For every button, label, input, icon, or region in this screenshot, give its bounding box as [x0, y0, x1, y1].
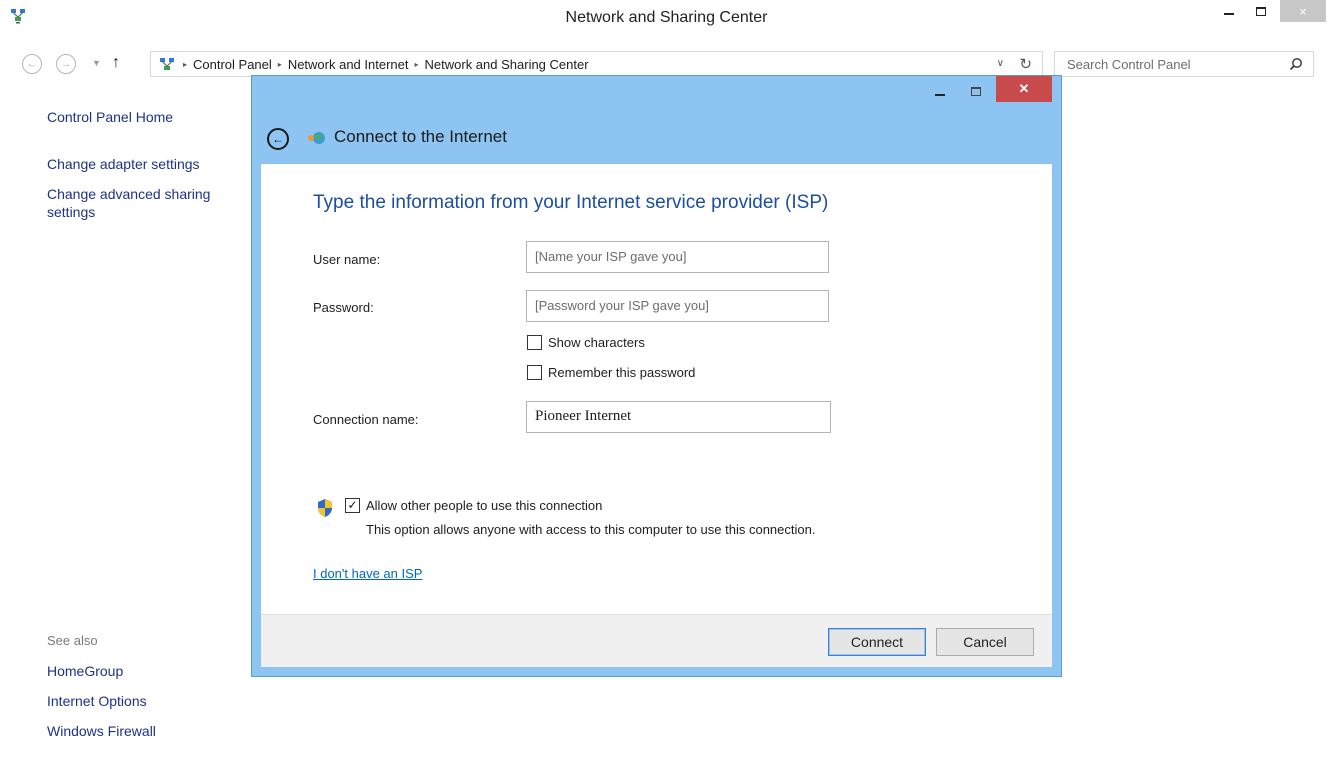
show-characters-checkbox[interactable] — [527, 335, 542, 350]
navigation-bar: ← → ▼ ↑ ▸ Control Panel ▸ Network and In… — [0, 48, 1333, 78]
minimize-icon — [1224, 13, 1234, 15]
show-characters-label[interactable]: Show characters — [548, 335, 645, 350]
maximize-button[interactable] — [1246, 0, 1276, 22]
window-titlebar: Network and Sharing Center × — [0, 0, 1333, 36]
breadcrumb-network-and-sharing-center[interactable]: Network and Sharing Center — [425, 57, 589, 72]
refresh-icon[interactable]: ↻ — [1019, 55, 1032, 73]
dialog-back-button[interactable]: ← — [267, 128, 289, 150]
see-also-heading: See also — [47, 633, 98, 648]
cancel-button[interactable]: Cancel — [936, 628, 1034, 656]
sidebar-item-windows-firewall[interactable]: Windows Firewall — [47, 722, 156, 740]
dialog-close-button[interactable]: ✕ — [996, 76, 1052, 102]
connection-name-value: Pioneer Internet — [535, 408, 632, 424]
maximize-icon — [1256, 6, 1266, 16]
address-dropdown-icon[interactable]: ∨ — [997, 58, 1004, 69]
password-placeholder: [Password your ISP gave you] — [535, 298, 709, 313]
chevron-right-icon: ▸ — [183, 60, 188, 69]
username-placeholder: [Name your ISP gave you] — [535, 249, 687, 264]
control-panel-icon — [160, 58, 174, 70]
no-isp-link[interactable]: I don't have an ISP — [313, 566, 422, 581]
search-input[interactable]: Search Control Panel — [1054, 51, 1314, 77]
window-title: Network and Sharing Center — [565, 9, 768, 26]
connection-name-label: Connection name: — [313, 412, 419, 427]
username-input[interactable]: [Name your ISP gave you] — [526, 241, 829, 273]
dialog-content: Type the information from your Internet … — [261, 164, 1052, 614]
dialog-title: Connect to the Internet — [334, 127, 507, 146]
sidebar-item-change-advanced-sharing[interactable]: Change advanced sharing — [47, 185, 210, 203]
search-icon[interactable] — [1289, 57, 1303, 71]
username-label: User name: — [313, 252, 381, 267]
dialog-maximize-button[interactable] — [971, 87, 981, 96]
chevron-right-icon: ▸ — [277, 60, 282, 69]
back-button[interactable]: ← — [22, 54, 42, 74]
up-button[interactable]: ↑ — [112, 54, 120, 72]
dialog-heading: Type the information from your Internet … — [313, 192, 829, 213]
address-bar[interactable]: ▸ Control Panel ▸ Network and Internet ▸… — [150, 51, 1043, 77]
sidebar-item-control-panel-home[interactable]: Control Panel Home — [47, 108, 173, 126]
breadcrumb-network-and-internet[interactable]: Network and Internet — [288, 57, 409, 72]
close-button[interactable]: × — [1280, 0, 1326, 22]
dialog-minimize-button[interactable] — [935, 94, 945, 96]
allow-others-checkbox[interactable]: ✓ — [345, 498, 360, 513]
breadcrumb-control-panel[interactable]: Control Panel — [193, 57, 272, 72]
search-placeholder: Search Control Panel — [1067, 57, 1191, 72]
breadcrumb: ▸ Control Panel ▸ Network and Internet ▸… — [183, 57, 589, 72]
sidebar-item-change-advanced-sharing-line2[interactable]: settings — [47, 203, 95, 221]
network-connection-icon — [308, 132, 325, 144]
recent-locations-dropdown[interactable]: ▼ — [92, 58, 101, 68]
allow-others-label[interactable]: Allow other people to use this connectio… — [366, 498, 602, 513]
password-label: Password: — [313, 300, 374, 315]
sidebar-item-internet-options[interactable]: Internet Options — [47, 692, 147, 710]
connection-name-input[interactable]: Pioneer Internet — [526, 401, 831, 433]
dialog-footer: Connect Cancel — [261, 614, 1052, 667]
minimize-button[interactable] — [1214, 0, 1244, 22]
uac-shield-icon — [318, 499, 332, 517]
password-input[interactable]: [Password your ISP gave you] — [526, 290, 829, 322]
allow-others-description: This option allows anyone with access to… — [366, 522, 816, 537]
connect-button[interactable]: Connect — [828, 628, 926, 656]
remember-password-label[interactable]: Remember this password — [548, 365, 695, 380]
chevron-right-icon: ▸ — [414, 60, 419, 69]
sidebar-item-change-adapter-settings[interactable]: Change adapter settings — [47, 155, 200, 173]
remember-password-checkbox[interactable] — [527, 365, 542, 380]
connect-dialog: ✕ ← Connect to the Internet Type the inf… — [251, 75, 1062, 677]
forward-button[interactable]: → — [56, 54, 76, 74]
sidebar-item-homegroup[interactable]: HomeGroup — [47, 662, 123, 680]
